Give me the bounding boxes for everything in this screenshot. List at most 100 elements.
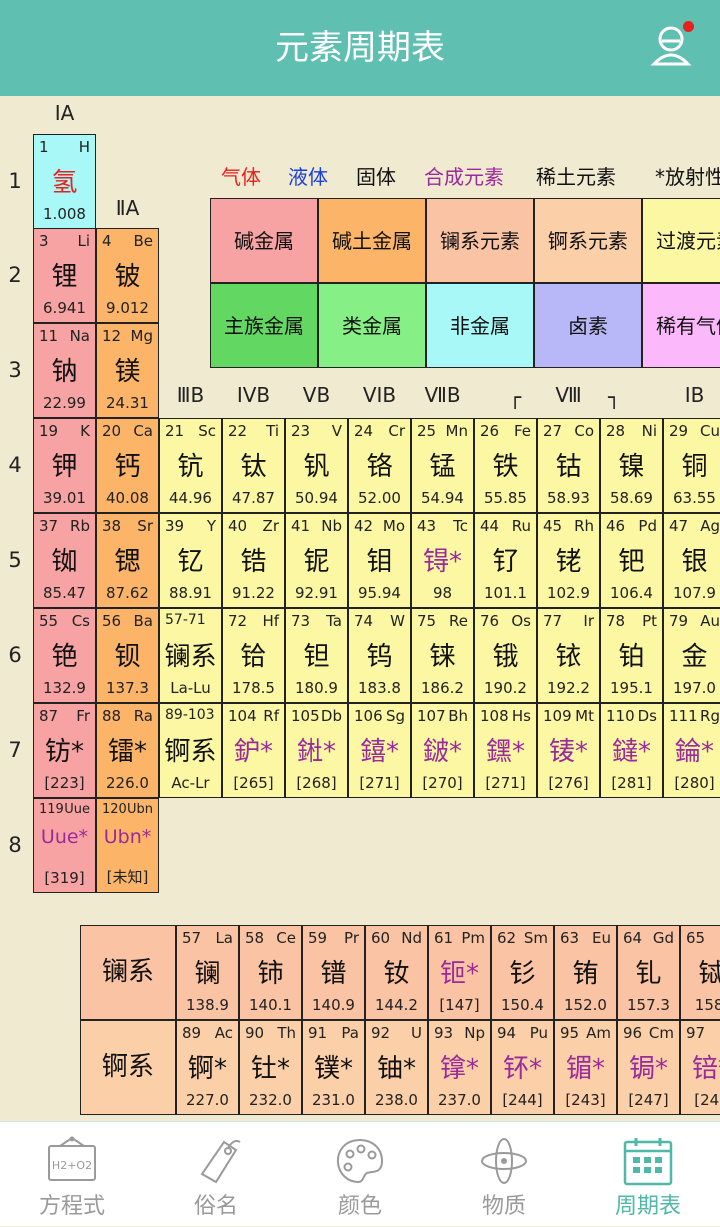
element-cell[interactable]: 25 Mn 锰 54.94 bbox=[411, 418, 474, 513]
legend-state-label: 稀土元素 bbox=[536, 165, 616, 189]
element-cell[interactable]: 78 Pt 铂 195.1 bbox=[600, 608, 663, 703]
element-cell[interactable]: 77 Ir 铱 192.2 bbox=[537, 608, 600, 703]
atomic-mass: [未知] bbox=[106, 868, 149, 886]
element-symbol: Co bbox=[574, 422, 594, 440]
element-cell[interactable]: 63 Eu 铕 152.0 bbox=[554, 925, 617, 1020]
element-cell[interactable]: 60 Nd 钕 144.2 bbox=[365, 925, 428, 1020]
element-cell[interactable]: 57-71 镧系 La-Lu bbox=[159, 608, 222, 703]
element-cell[interactable]: 27 Co 钴 58.93 bbox=[537, 418, 600, 513]
atomic-number: 42 bbox=[354, 517, 374, 535]
element-cell[interactable]: 39 Y 钇 88.91 bbox=[159, 513, 222, 608]
element-cell[interactable]: 90 Th 钍* 232.0 bbox=[239, 1020, 302, 1115]
element-cell[interactable]: 107 Bh 𨨏* [270] bbox=[411, 703, 474, 798]
element-cell[interactable]: 61 Pm 钷* [147] bbox=[428, 925, 491, 1020]
element-cell[interactable]: 38 Sr 锶 87.62 bbox=[96, 513, 159, 608]
atomic-mass: 144.2 bbox=[375, 996, 418, 1014]
element-cell[interactable]: 55 Cs 铯 132.9 bbox=[33, 608, 96, 703]
element-symbol: Be bbox=[133, 232, 153, 250]
element-cell[interactable]: 65T铽158. bbox=[680, 925, 720, 1020]
nav-tab-periodic-table[interactable]: 周期表 bbox=[576, 1122, 720, 1227]
element-symbol: Ba bbox=[133, 612, 153, 630]
element-cell[interactable]: 96 Cm 锔* [247] bbox=[617, 1020, 680, 1115]
atomic-mass: 237.0 bbox=[438, 1091, 481, 1109]
legend-category-box: 过渡元素 bbox=[642, 198, 720, 283]
element-cell[interactable]: 74 W 钨 183.8 bbox=[348, 608, 411, 703]
element-cell[interactable]: 20 Ca 钙 40.08 bbox=[96, 418, 159, 513]
element-cell[interactable]: 88 Ra 镭* 226.0 bbox=[96, 703, 159, 798]
element-cell[interactable]: 26 Fe 铁 55.85 bbox=[474, 418, 537, 513]
element-cell[interactable]: 110 Ds 鐽* [281] bbox=[600, 703, 663, 798]
element-cell[interactable]: 79 Au 金 197.0 bbox=[663, 608, 720, 703]
tag-icon bbox=[200, 1139, 241, 1184]
element-name: 铬 bbox=[366, 452, 393, 482]
element-cell[interactable]: 44 Ru 钌 101.1 bbox=[474, 513, 537, 608]
element-cell[interactable]: 106 Sg 𨭎* [271] bbox=[348, 703, 411, 798]
element-cell[interactable]: 87 Fr 钫* [223] bbox=[33, 703, 96, 798]
element-cell[interactable]: 28 Ni 镍 58.69 bbox=[600, 418, 663, 513]
element-cell[interactable]: 109 Mt 鿏* [276] bbox=[537, 703, 600, 798]
atomic-number: 63 bbox=[560, 929, 580, 947]
element-cell[interactable]: 1 H 氢 1.008 bbox=[33, 134, 96, 229]
element-cell[interactable]: 76 Os 锇 190.2 bbox=[474, 608, 537, 703]
element-cell[interactable]: 24 Cr 铬 52.00 bbox=[348, 418, 411, 513]
element-cell[interactable]: 29 Cu 铜 63.55 bbox=[663, 418, 720, 513]
element-cell[interactable]: 42 Mo 钼 95.94 bbox=[348, 513, 411, 608]
element-cell[interactable]: 23 V 钒 50.94 bbox=[285, 418, 348, 513]
element-cell[interactable]: 89-103 锕系 Ac-Lr bbox=[159, 703, 222, 798]
element-cell[interactable]: 92 U 铀* 238.0 bbox=[365, 1020, 428, 1115]
element-cell[interactable]: 45 Rh 铑 102.9 bbox=[537, 513, 600, 608]
atomic-number: 25 bbox=[417, 422, 437, 440]
element-symbol: Ac bbox=[214, 1024, 233, 1042]
element-cell[interactable]: 58 Ce 铈 140.1 bbox=[239, 925, 302, 1020]
element-cell[interactable]: 57 La 镧 138.9 bbox=[176, 925, 239, 1020]
element-cell[interactable]: 104 Rf 鈩* [265] bbox=[222, 703, 285, 798]
element-cell[interactable]: 3 Li 锂 6.941 bbox=[33, 228, 96, 323]
element-cell[interactable]: 73 Ta 钽 180.9 bbox=[285, 608, 348, 703]
element-cell[interactable]: 59 Pr 镨 140.9 bbox=[302, 925, 365, 1020]
nav-tab-common-name[interactable]: 俗名 bbox=[144, 1122, 288, 1227]
element-cell[interactable]: 97B锫*[247 bbox=[680, 1020, 720, 1115]
atomic-mass: 195.1 bbox=[610, 679, 653, 697]
element-cell[interactable]: 21 Sc 钪 44.96 bbox=[159, 418, 222, 513]
nav-tab-equation[interactable]: H2+O2 方程式 bbox=[0, 1122, 144, 1227]
element-cell[interactable]: 105 Db 𨧀* [268] bbox=[285, 703, 348, 798]
element-cell[interactable]: 37 Rb 铷 85.47 bbox=[33, 513, 96, 608]
element-cell[interactable]: 75 Re 铼 186.2 bbox=[411, 608, 474, 703]
element-cell[interactable]: 95 Am 镅* [243] bbox=[554, 1020, 617, 1115]
atomic-mass: 238.0 bbox=[375, 1091, 418, 1109]
element-cell[interactable]: 11 Na 钠 22.99 bbox=[33, 323, 96, 418]
element-cell[interactable]: 91 Pa 镤* 231.0 bbox=[302, 1020, 365, 1115]
nav-label: 物质 bbox=[481, 1194, 526, 1219]
nav-tab-color[interactable]: 颜色 bbox=[288, 1122, 432, 1227]
element-cell[interactable]: 108 Hs 𨭆* [271] bbox=[474, 703, 537, 798]
element-symbol: Ce bbox=[276, 929, 296, 947]
element-cell[interactable]: 72 Hf 铪 178.5 bbox=[222, 608, 285, 703]
element-cell[interactable]: 40 Zr 锆 91.22 bbox=[222, 513, 285, 608]
element-name: 钒 bbox=[303, 452, 330, 482]
element-cell[interactable]: 119 Uue Uue* [319] bbox=[33, 798, 96, 893]
element-cell[interactable]: 22 Ti 钛 47.87 bbox=[222, 418, 285, 513]
element-cell[interactable]: 4 Be 铍 9.012 bbox=[96, 228, 159, 323]
atomic-mass: 140.1 bbox=[249, 996, 292, 1014]
element-cell[interactable]: 43 Tc 锝* 98 bbox=[411, 513, 474, 608]
element-cell[interactable]: 93 Np 镎* 237.0 bbox=[428, 1020, 491, 1115]
element-cell[interactable]: 64 Gd 钆 157.3 bbox=[617, 925, 680, 1020]
element-cell[interactable]: 62 Sm 钐 150.4 bbox=[491, 925, 554, 1020]
element-name: 𨧀* bbox=[296, 737, 336, 767]
periodic-table[interactable]: 1 H 氢 1.008 3 Li 锂 6.941 4 Be 铍 9.012 11 Na 钠 22.99 12 Mg… bbox=[0, 96, 720, 1121]
nav-tab-substance[interactable]: 物质 bbox=[432, 1122, 576, 1227]
element-cell[interactable]: 111 Rg 錀* [280] bbox=[663, 703, 720, 798]
atomic-mass: 6.941 bbox=[43, 299, 86, 317]
element-cell[interactable]: 19 K 钾 39.01 bbox=[33, 418, 96, 513]
element-cell[interactable]: 94 Pu 钚* [244] bbox=[491, 1020, 554, 1115]
atomic-mass: 107.9 bbox=[673, 584, 716, 602]
element-cell[interactable]: 41 Nb 铌 92.91 bbox=[285, 513, 348, 608]
actinide-series-label: 锕系 bbox=[80, 1020, 176, 1115]
element-cell[interactable]: 47 Ag 银 107.9 bbox=[663, 513, 720, 608]
element-cell[interactable]: 46 Pd 钯 106.4 bbox=[600, 513, 663, 608]
atomic-mass: 186.2 bbox=[421, 679, 464, 697]
element-cell[interactable]: 89 Ac 锕* 227.0 bbox=[176, 1020, 239, 1115]
element-cell[interactable]: 12 Mg 镁 24.31 bbox=[96, 323, 159, 418]
element-cell[interactable]: 120 Ubn Ubn* [未知] bbox=[96, 798, 159, 893]
element-cell[interactable]: 56 Ba 钡 137.3 bbox=[96, 608, 159, 703]
